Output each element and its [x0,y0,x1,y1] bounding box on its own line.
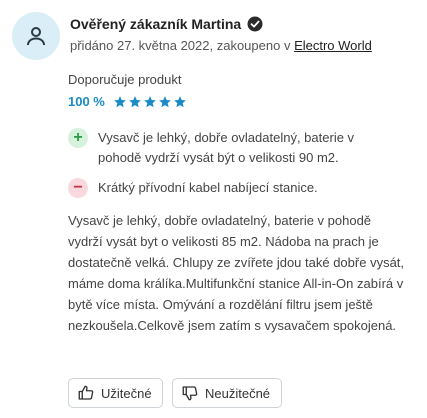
verified-icon [247,16,263,32]
thumbs-down-icon [182,386,198,401]
star-icon [174,95,186,107]
helpful-label: Užitečné [101,385,152,401]
recommend-label: Doporučuje produkt [68,72,182,87]
rating: 100 % [68,94,187,109]
avatar [12,12,60,60]
pro-item: + Vysavč je lehký, dobře ovladatelný, ba… [68,128,388,168]
user-icon [27,27,45,46]
minus-icon: − [68,178,88,198]
not-helpful-label: Neužitečné [205,385,271,401]
star-icon [144,95,156,107]
star-rating [113,95,187,109]
star-icon [159,95,171,107]
star-icon [114,95,126,107]
not-helpful-button[interactable]: Neužitečné [172,378,282,408]
star-icon [129,95,141,107]
con-item: − Krátký přívodní kabel nabíjecí stanice… [68,178,388,198]
con-text: Krátký přívodní kabel nabíjecí stanice. [98,180,318,195]
rating-percent: 100 % [68,94,105,109]
thumbs-up-icon [78,385,94,400]
pro-text: Vysavč je lehký, dobře ovladatelný, bate… [98,130,355,165]
author-name: Ověřený zákazník Martina [70,16,242,32]
helpful-button[interactable]: Užitečné [68,378,163,408]
review-body: Vysavč je lehký, dobře ovladatelný, bate… [68,213,405,333]
review-date-info: přidáno 27. května 2022, zakoupeno v [70,38,295,53]
review-meta: přidáno 27. května 2022, zakoupeno v Ele… [70,38,372,53]
store-link[interactable]: Electro World [294,38,372,53]
plus-icon: + [68,128,88,148]
author-line: Ověřený zákazník Martina [70,16,263,32]
